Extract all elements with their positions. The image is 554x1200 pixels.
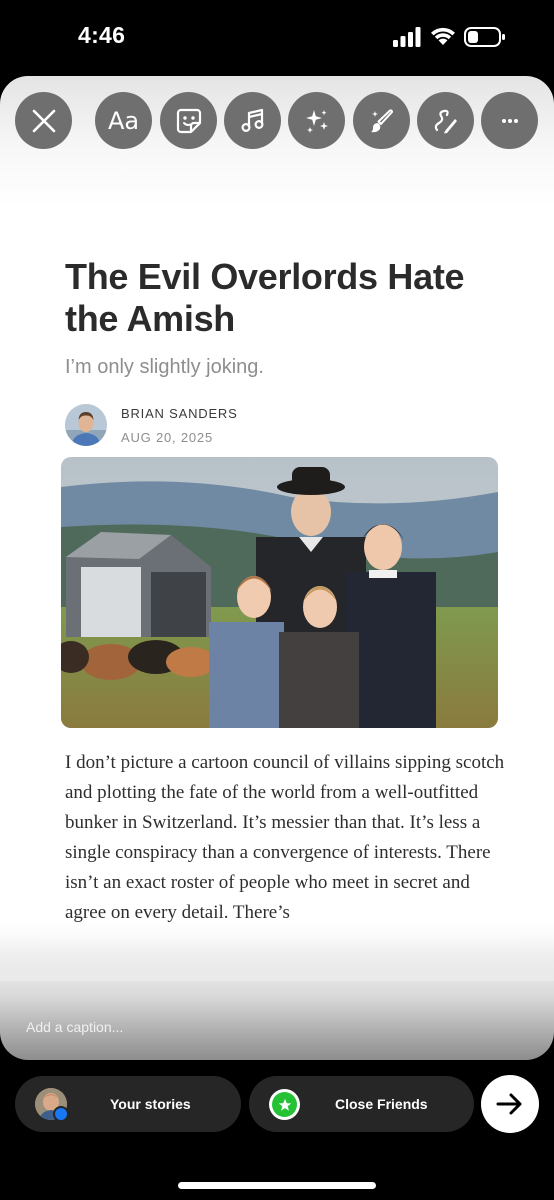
share-bar: Your stories Close Friends [0, 1060, 554, 1200]
your-stories-button[interactable]: Your stories [15, 1076, 241, 1132]
send-button[interactable] [481, 1075, 539, 1133]
story-toolbar: Aa [0, 92, 554, 150]
home-indicator[interactable] [178, 1182, 376, 1189]
music-button[interactable] [224, 92, 281, 149]
your-stories-label: Your stories [110, 1096, 191, 1112]
draw-button[interactable] [417, 92, 474, 149]
facebook-icon [53, 1106, 69, 1122]
publish-date: AUG 20, 2025 [121, 430, 213, 445]
story-canvas: Aa The Evil Overlords Hate the Amish I’m… [0, 76, 554, 1060]
caption-input[interactable]: Add a caption... [26, 1019, 123, 1035]
article-title: The Evil Overlords Hate the Amish [65, 256, 465, 339]
article-body: I don’t picture a cartoon council of vil… [65, 752, 505, 923]
article-subtitle: I’m only slightly joking. [65, 356, 264, 378]
close-icon [32, 109, 55, 132]
battery-icon [464, 27, 505, 47]
close-friends-icon [269, 1089, 300, 1120]
magic-brush-icon [370, 108, 393, 132]
more-button[interactable] [481, 92, 538, 149]
music-icon [240, 108, 264, 132]
effects-button[interactable] [288, 92, 345, 149]
wifi-icon [431, 27, 455, 45]
sparkles-icon [305, 109, 328, 133]
author-avatar [65, 404, 107, 446]
draw-icon [434, 109, 457, 133]
close-friends-button[interactable]: Close Friends [249, 1076, 474, 1132]
more-icon [501, 118, 518, 123]
text-tool-button[interactable]: Aa [95, 92, 152, 149]
status-bar: 4:46 [0, 0, 554, 76]
ai-brush-button[interactable] [353, 92, 410, 149]
article-card[interactable]: The Evil Overlords Hate the Amish I’m on… [43, 244, 513, 938]
close-button[interactable] [15, 92, 72, 149]
arrow-right-icon [496, 1093, 522, 1115]
profile-avatar [35, 1088, 69, 1122]
sticker-icon [176, 108, 201, 133]
text-tool-label: Aa [107, 106, 140, 135]
sticker-button[interactable] [160, 92, 217, 149]
cellular-signal-icon [393, 27, 421, 47]
close-friends-label: Close Friends [335, 1096, 428, 1112]
bottom-fade [0, 921, 554, 981]
article-hero-image [61, 457, 498, 728]
author-name: BRIAN SANDERS [121, 406, 238, 421]
star-icon [278, 1098, 291, 1111]
status-time: 4:46 [78, 22, 126, 48]
